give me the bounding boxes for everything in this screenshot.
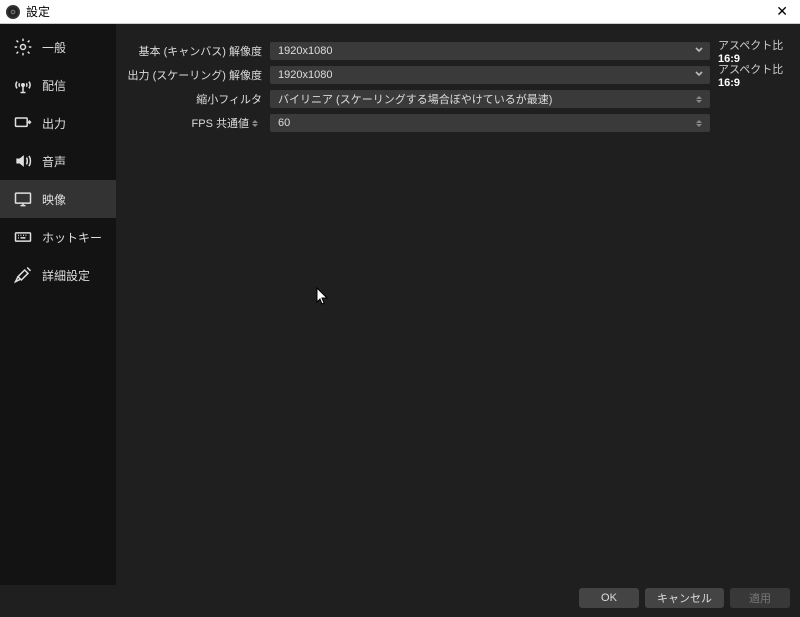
sidebar-item-hotkeys[interactable]: ホットキー <box>0 218 116 256</box>
keyboard-icon <box>12 226 34 248</box>
sidebar-item-audio[interactable]: 音声 <box>0 142 116 180</box>
output-aspect: アスペクト比 16:9 <box>710 61 790 89</box>
window-title: 設定 <box>26 3 50 20</box>
spinner-icon <box>692 96 706 103</box>
fps-label: FPS 共通値 <box>116 115 270 131</box>
row-output-resolution: 出力 (スケーリング) 解像度 1920x1080 アスペクト比 16:9 <box>116 64 790 86</box>
sidebar-item-label: 音声 <box>42 153 66 170</box>
spinner-icon <box>692 120 706 127</box>
sidebar-item-advanced[interactable]: 詳細設定 <box>0 256 116 294</box>
cursor-icon <box>316 287 330 307</box>
output-icon <box>12 112 34 134</box>
sidebar-item-label: 詳細設定 <box>42 267 90 284</box>
wrench-icon <box>12 264 34 286</box>
spinner-icon[interactable] <box>252 120 262 127</box>
sidebar-item-label: 一般 <box>42 39 66 56</box>
row-base-resolution: 基本 (キャンバス) 解像度 1920x1080 アスペクト比 16:9 <box>116 40 790 62</box>
row-downscale-filter: 縮小フィルタ バイリニア (スケーリングする場合ぼやけているが最速) <box>116 88 790 110</box>
sidebar-item-stream[interactable]: 配信 <box>0 66 116 104</box>
chevron-down-icon <box>692 45 706 58</box>
footer: OK キャンセル 適用 <box>0 585 800 617</box>
base-resolution-combo[interactable]: 1920x1080 <box>270 42 710 60</box>
apply-button: 適用 <box>730 588 790 608</box>
fps-combo[interactable]: 60 <box>270 114 710 132</box>
cancel-button[interactable]: キャンセル <box>645 588 724 608</box>
output-resolution-value: 1920x1080 <box>278 69 692 81</box>
ok-button[interactable]: OK <box>579 588 639 608</box>
sidebar-item-general[interactable]: 一般 <box>0 28 116 66</box>
downscale-filter-value: バイリニア (スケーリングする場合ぼやけているが最速) <box>278 91 692 107</box>
antenna-icon <box>12 74 34 96</box>
gear-icon <box>12 36 34 58</box>
sidebar-item-video[interactable]: 映像 <box>0 180 116 218</box>
titlebar: 設定 ✕ <box>0 0 800 24</box>
downscale-filter-combo[interactable]: バイリニア (スケーリングする場合ぼやけているが最速) <box>270 90 710 108</box>
base-resolution-value: 1920x1080 <box>278 45 692 57</box>
chevron-down-icon <box>692 69 706 82</box>
close-button[interactable]: ✕ <box>770 3 794 20</box>
sidebar-item-label: 映像 <box>42 191 66 208</box>
sidebar-item-label: 配信 <box>42 77 66 94</box>
downscale-filter-label: 縮小フィルタ <box>116 91 270 107</box>
row-fps: FPS 共通値 60 <box>116 112 790 134</box>
output-resolution-label: 出力 (スケーリング) 解像度 <box>116 67 270 83</box>
content-area: 基本 (キャンバス) 解像度 1920x1080 アスペクト比 16:9 出力 … <box>116 24 800 585</box>
fps-value: 60 <box>278 117 692 129</box>
base-resolution-label: 基本 (キャンバス) 解像度 <box>116 43 270 59</box>
sidebar-item-label: ホットキー <box>42 229 102 246</box>
app-icon <box>6 5 20 19</box>
sidebar-item-label: 出力 <box>42 115 66 132</box>
output-resolution-combo[interactable]: 1920x1080 <box>270 66 710 84</box>
sidebar: 一般 配信 出力 音声 映像 <box>0 24 116 585</box>
sidebar-item-output[interactable]: 出力 <box>0 104 116 142</box>
monitor-icon <box>12 188 34 210</box>
speaker-icon <box>12 150 34 172</box>
